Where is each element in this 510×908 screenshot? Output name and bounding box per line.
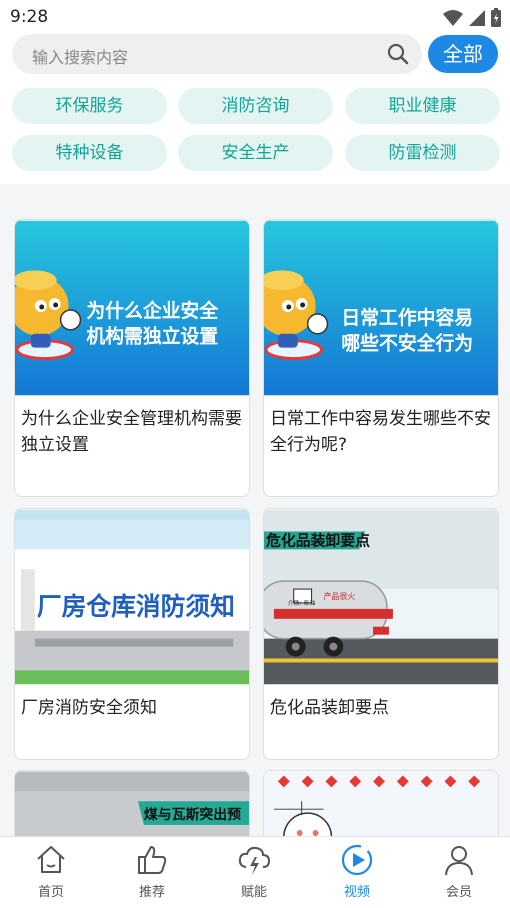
thumbnail-text: 煤与瓦斯突出预 (144, 806, 241, 823)
person-icon (445, 846, 473, 876)
tag-item[interactable]: 职业健康 (345, 88, 500, 124)
tab-empower[interactable]: 赋能 (214, 843, 294, 900)
home-icon (37, 846, 65, 873)
tab-recommend[interactable]: 推荐 (112, 843, 192, 900)
wifi-icon (443, 10, 463, 26)
category-tags: 环保服务 消防咨询 职业健康 特种设备 安全生产 防雷检测 (0, 76, 510, 184)
signal-icon (469, 10, 485, 26)
tab-label: 会员 (445, 885, 472, 900)
video-title: 日常工作中容易发生哪些不安全行为呢? (270, 409, 491, 455)
thumbnail-text: 哪些不安全行为 (341, 332, 473, 355)
tab-home[interactable]: 首页 (11, 843, 91, 900)
tab-label: 赋能 (240, 885, 267, 900)
video-feed: 为什么企业安全 机构需独立设置 为什么企业安全管理机构需要独立设置 日常工作中容… (0, 186, 510, 836)
video-thumbnail: 厂房仓库消防须知 (15, 509, 249, 685)
thumbnail-text: 产品很火 (323, 591, 355, 601)
tab-label: 推荐 (138, 885, 165, 900)
tag-item[interactable]: 环保服务 (12, 88, 167, 124)
search-placeholder: 输入搜索内容 (32, 48, 129, 67)
tag-item[interactable]: 特种设备 (12, 135, 167, 171)
tab-label: 视频 (343, 885, 370, 900)
search-input[interactable]: 输入搜索内容 (12, 34, 422, 74)
video-card[interactable]: 危化品装卸要点 产品很火 介质: 柴油 危化品装卸要点 (263, 508, 499, 760)
video-card[interactable]: 日常工作中容易 哪些不安全行为 日常工作中容易发生哪些不安全行为呢? (263, 219, 499, 497)
tab-label: 首页 (37, 885, 64, 900)
video-thumbnail: 煤与瓦斯突出预 (15, 771, 249, 836)
status-bar: 9:28 (0, 0, 510, 34)
video-thumbnail: 为什么企业安全 机构需独立设置 (15, 220, 249, 396)
bottom-tab-bar: 首页 推荐 赋能 视频 会员 (0, 836, 510, 908)
video-card[interactable]: 煤与瓦斯突出预 (14, 770, 250, 836)
thumbnail-text: 厂房仓库消防须知 (37, 592, 235, 621)
tag-item[interactable]: 安全生产 (178, 135, 333, 171)
video-card[interactable]: 厂房仓库消防须知 厂房消防安全须知 (14, 508, 250, 760)
thumbnail-text: 危化品装卸要点 (266, 531, 370, 549)
thumbs-up-icon (138, 846, 167, 874)
search-icon[interactable] (386, 42, 410, 66)
video-thumbnail: 危化品装卸要点 产品很火 介质: 柴油 (264, 509, 498, 685)
video-card[interactable] (263, 770, 499, 836)
all-button[interactable]: 全部 (428, 35, 498, 73)
status-time: 9:28 (10, 7, 49, 27)
thumbnail-text: 为什么企业安全 (86, 299, 219, 322)
thumbnail-text: 机构需独立设置 (86, 325, 218, 348)
video-thumbnail (264, 771, 498, 836)
tab-member[interactable]: 会员 (419, 843, 499, 900)
tab-video[interactable]: 视频 (317, 843, 397, 900)
video-title: 厂房消防安全须知 (21, 698, 157, 718)
video-title: 危化品装卸要点 (270, 698, 389, 718)
tag-item[interactable]: 防雷检测 (345, 135, 500, 171)
video-card[interactable]: 为什么企业安全 机构需独立设置 为什么企业安全管理机构需要独立设置 (14, 219, 250, 497)
thumbnail-text: 日常工作中容易 (341, 306, 473, 329)
video-thumbnail: 日常工作中容易 哪些不安全行为 (264, 220, 498, 396)
lightning-cloud-icon (238, 846, 271, 875)
video-title: 为什么企业安全管理机构需要独立设置 (21, 409, 242, 455)
thumbnail-text: 介质: 柴油 (288, 599, 316, 607)
status-icons (442, 8, 502, 28)
tag-item[interactable]: 消防咨询 (178, 88, 333, 124)
play-circle-icon (341, 844, 373, 876)
battery-icon (491, 8, 501, 27)
search-row: 输入搜索内容 全部 (0, 34, 510, 76)
